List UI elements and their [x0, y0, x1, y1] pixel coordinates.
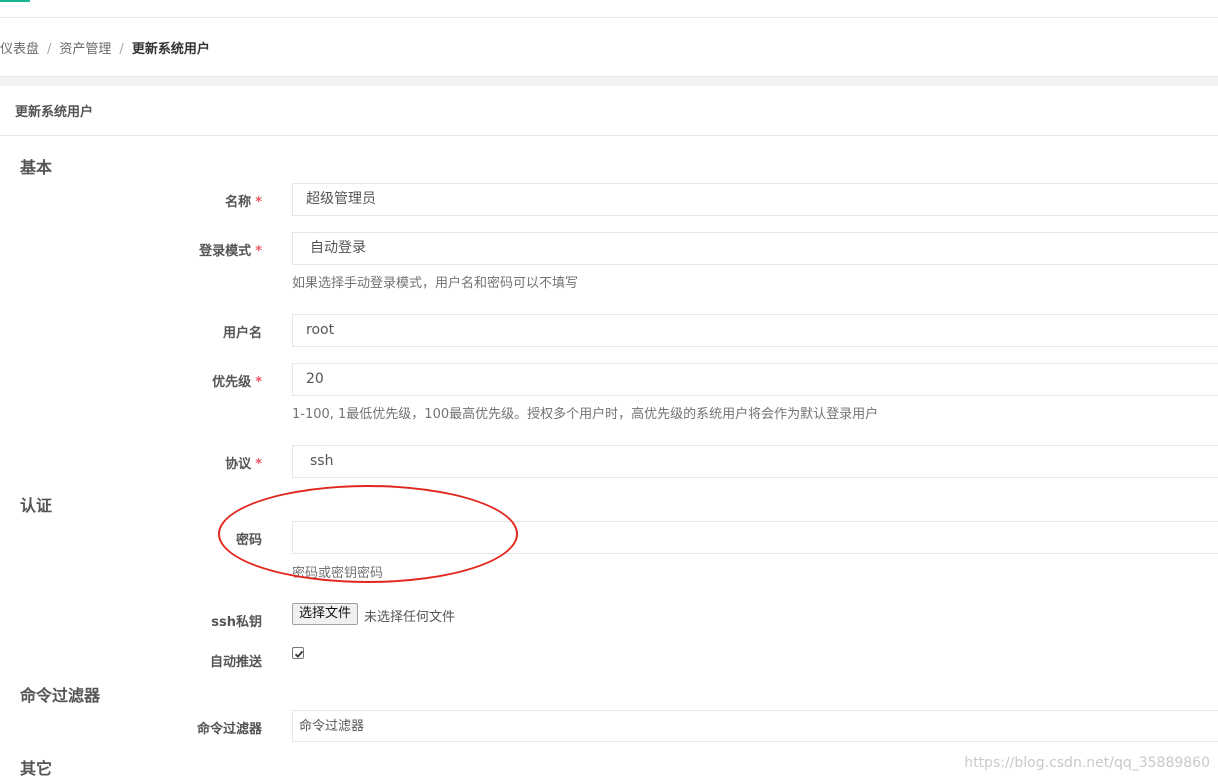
section-cmd-filter: 命令过滤器: [20, 686, 101, 705]
section-auth: 认证: [20, 496, 53, 515]
section-other: 其它: [20, 759, 53, 778]
protocol-label: 协议 *: [225, 457, 262, 472]
login-mode-help: 如果选择手动登录模式，用户名和密码可以不填写: [292, 276, 579, 291]
username-input[interactable]: root: [292, 314, 1218, 347]
file-status: 未选择任何文件: [364, 610, 456, 625]
breadcrumb-assets[interactable]: 资产管理: [59, 42, 111, 57]
check-icon: [294, 650, 304, 658]
name-input[interactable]: 超级管理员: [292, 183, 1218, 216]
protocol-select[interactable]: ssh: [292, 445, 1218, 478]
section-basic: 基本: [20, 158, 53, 177]
login-mode-label: 登录模式 *: [199, 244, 262, 259]
choose-file-button[interactable]: 选择文件: [292, 603, 359, 625]
priority-input[interactable]: 20: [292, 363, 1218, 396]
panel-title: 更新系统用户: [15, 105, 94, 120]
cmd-filter-select[interactable]: 命令过滤器: [292, 710, 1218, 742]
breadcrumb: 仪表盘 / 资产管理 / 更新系统用户: [0, 42, 210, 57]
priority-help: 1-100, 1最低优先级，100最高优先级。授权多个用户时，高优先级的系统用户…: [292, 407, 879, 422]
password-input[interactable]: [292, 521, 1218, 554]
password-label: 密码: [235, 533, 262, 548]
password-help: 密码或密钥密码: [292, 566, 384, 581]
username-label: 用户名: [222, 326, 262, 341]
auto-push-checkbox[interactable]: [292, 647, 304, 659]
cmd-filter-label: 命令过滤器: [196, 722, 262, 737]
name-label: 名称 *: [225, 195, 262, 210]
login-mode-select[interactable]: 自动登录: [292, 232, 1218, 265]
watermark: https://blog.csdn.net/qq_35889860: [964, 755, 1210, 771]
priority-label: 优先级 *: [212, 375, 262, 390]
breadcrumb-dashboard[interactable]: 仪表盘: [0, 42, 39, 57]
auto-push-label: 自动推送: [209, 655, 262, 670]
breadcrumb-current: 更新系统用户: [131, 42, 210, 57]
top-navbar: [0, 0, 1218, 18]
panel-header: 更新系统用户: [0, 86, 1218, 136]
ssh-key-label: ssh私钥: [211, 615, 262, 630]
navbar-accent: [0, 0, 30, 2]
